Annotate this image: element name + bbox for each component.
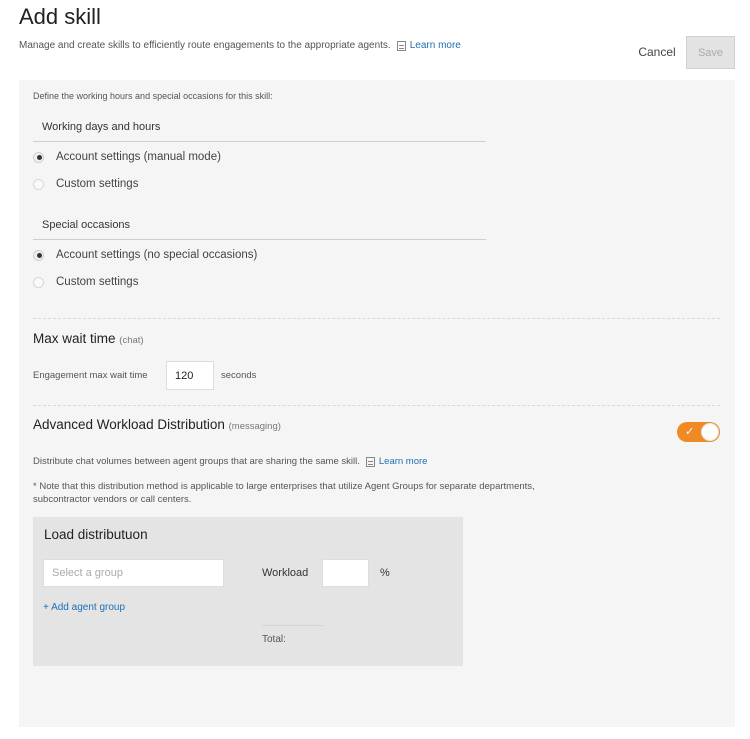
seconds-label: seconds xyxy=(221,370,257,381)
load-distribution-title: Load distributuon xyxy=(44,527,148,542)
special-occasions-title: Special occasions xyxy=(42,219,131,231)
radio-button-selected[interactable] xyxy=(33,249,44,261)
working-days-title: Working days and hours xyxy=(42,121,161,133)
page-title: Add skill xyxy=(19,4,101,29)
load-distribution-box: Load distributuon Workload % + Add agent… xyxy=(33,517,463,666)
awd-toggle[interactable]: ✓ xyxy=(677,422,720,442)
skill-settings-panel: Define the working hours and special occ… xyxy=(19,80,735,727)
awd-description: Distribute chat volumes between agent gr… xyxy=(33,456,427,467)
percent-label: % xyxy=(380,567,390,579)
radio-label: Account settings (no special occasions) xyxy=(56,249,258,261)
awd-title-text: Advanced Workload Distribution xyxy=(33,417,225,432)
awd-title: Advanced Workload Distribution (messagin… xyxy=(33,417,281,432)
awd-qualifier: (messaging) xyxy=(228,421,281,432)
toggle-knob[interactable] xyxy=(701,423,719,441)
max-wait-qualifier: (chat) xyxy=(119,335,144,346)
max-wait-input[interactable] xyxy=(166,361,214,390)
save-button[interactable]: Save xyxy=(686,36,735,69)
awd-description-text: Distribute chat volumes between agent gr… xyxy=(33,456,360,467)
radio-label: Custom settings xyxy=(56,178,139,190)
max-wait-title-text: Max wait time xyxy=(33,331,116,346)
radio-special-custom-settings[interactable]: Custom settings xyxy=(33,276,138,288)
add-agent-group-link[interactable]: + Add agent group xyxy=(43,602,125,613)
divider xyxy=(33,239,486,240)
document-icon xyxy=(396,40,406,51)
hours-intro: Define the working hours and special occ… xyxy=(33,91,273,101)
document-icon xyxy=(365,456,375,467)
cancel-button[interactable]: Cancel xyxy=(632,37,682,67)
max-wait-title: Max wait time (chat) xyxy=(33,331,144,346)
max-wait-label: Engagement max wait time xyxy=(33,370,148,381)
radio-label: Account settings (manual mode) xyxy=(56,151,221,163)
page-subtitle: Manage and create skills to efficiently … xyxy=(19,40,461,51)
awd-learn-more-link[interactable]: Learn more xyxy=(379,456,428,467)
workload-input[interactable] xyxy=(322,559,369,587)
section-divider xyxy=(33,405,720,406)
subtitle-text: Manage and create skills to efficiently … xyxy=(19,40,391,51)
total-divider xyxy=(262,625,324,626)
learn-more-link[interactable]: Learn more xyxy=(410,40,461,51)
radio-button-selected[interactable] xyxy=(33,151,44,163)
radio-working-custom-settings[interactable]: Custom settings xyxy=(33,178,138,190)
radio-account-settings-manual[interactable]: Account settings (manual mode) xyxy=(33,151,221,163)
radio-label: Custom settings xyxy=(56,276,139,288)
radio-button[interactable] xyxy=(33,276,44,288)
select-group-input[interactable] xyxy=(43,559,224,587)
divider xyxy=(33,141,486,142)
awd-note: * Note that this distribution method is … xyxy=(33,481,535,505)
check-icon: ✓ xyxy=(685,426,695,438)
total-label: Total: xyxy=(262,634,286,645)
workload-label: Workload xyxy=(262,567,309,579)
radio-button[interactable] xyxy=(33,178,44,190)
section-divider xyxy=(33,318,720,319)
radio-account-settings-no-special[interactable]: Account settings (no special occasions) xyxy=(33,249,257,261)
